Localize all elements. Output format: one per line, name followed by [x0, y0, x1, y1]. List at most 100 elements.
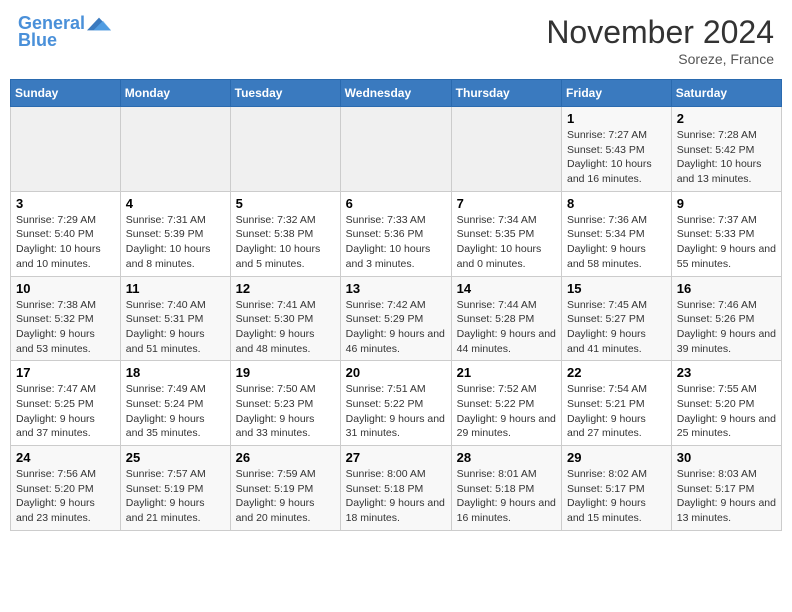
day-number: 16: [677, 281, 776, 296]
day-info: Sunrise: 7:28 AMSunset: 5:42 PMDaylight:…: [677, 128, 776, 187]
calendar-cell: 17 Sunrise: 7:47 AMSunset: 5:25 PMDayligh…: [11, 361, 121, 446]
month-title: November 2024: [546, 14, 774, 51]
day-info: Sunrise: 7:38 AMSunset: 5:32 PMDaylight:…: [16, 298, 115, 357]
day-info: Sunrise: 7:59 AMSunset: 5:19 PMDaylight:…: [236, 467, 335, 526]
day-number: 8: [567, 196, 666, 211]
day-number: 18: [126, 365, 225, 380]
calendar-cell: [451, 107, 561, 192]
day-info: Sunrise: 7:32 AMSunset: 5:38 PMDaylight:…: [236, 213, 335, 272]
calendar-week-4: 17 Sunrise: 7:47 AMSunset: 5:25 PMDayligh…: [11, 361, 782, 446]
calendar-cell: 12Sunrise: 7:41 AMSunset: 5:30 PMDayligh…: [230, 276, 340, 361]
day-number: 23: [677, 365, 776, 380]
calendar-week-3: 10 Sunrise: 7:38 AMSunset: 5:32 PMDayligh…: [11, 276, 782, 361]
day-info: Sunrise: 8:03 AMSunset: 5:17 PMDaylight:…: [677, 467, 776, 526]
calendar-cell: 11 Sunrise: 7:40 AMSunset: 5:31 PMDayligh…: [120, 276, 230, 361]
calendar-cell: [230, 107, 340, 192]
day-info: Sunrise: 7:51 AMSunset: 5:22 PMDaylight:…: [346, 382, 446, 441]
calendar-cell: 19 Sunrise: 7:50 AMSunset: 5:23 PMDayligh…: [230, 361, 340, 446]
day-info: Sunrise: 7:44 AMSunset: 5:28 PMDaylight:…: [457, 298, 556, 357]
calendar-cell: 26 Sunrise: 7:59 AMSunset: 5:19 PMDayligh…: [230, 446, 340, 531]
day-number: 3: [16, 196, 115, 211]
day-number: 9: [677, 196, 776, 211]
calendar-cell: 14 Sunrise: 7:44 AMSunset: 5:28 PMDayligh…: [451, 276, 561, 361]
day-number: 29: [567, 450, 666, 465]
calendar-cell: 25Sunrise: 7:57 AMSunset: 5:19 PMDayligh…: [120, 446, 230, 531]
calendar-cell: 16 Sunrise: 7:46 AMSunset: 5:26 PMDayligh…: [671, 276, 781, 361]
day-number: 25: [126, 450, 225, 465]
calendar-cell: 30Sunrise: 8:03 AMSunset: 5:17 PMDayligh…: [671, 446, 781, 531]
day-number: 14: [457, 281, 556, 296]
calendar-cell: 6 Sunrise: 7:33 AMSunset: 5:36 PMDaylight…: [340, 191, 451, 276]
day-number: 26: [236, 450, 335, 465]
page-header: General Blue November 2024 Soreze, Franc…: [10, 10, 782, 71]
calendar-cell: 23 Sunrise: 7:55 AMSunset: 5:20 PMDayligh…: [671, 361, 781, 446]
day-number: 2: [677, 111, 776, 126]
day-info: Sunrise: 7:37 AMSunset: 5:33 PMDaylight:…: [677, 213, 776, 272]
day-number: 17: [16, 365, 115, 380]
calendar-cell: [11, 107, 121, 192]
day-number: 1: [567, 111, 666, 126]
day-info: Sunrise: 7:50 AMSunset: 5:23 PMDaylight:…: [236, 382, 335, 441]
day-info: Sunrise: 7:52 AMSunset: 5:22 PMDaylight:…: [457, 382, 556, 441]
calendar-cell: 22Sunrise: 7:54 AMSunset: 5:21 PMDayligh…: [562, 361, 672, 446]
day-info: Sunrise: 7:33 AMSunset: 5:36 PMDaylight:…: [346, 213, 446, 272]
day-number: 20: [346, 365, 446, 380]
calendar-cell: 20 Sunrise: 7:51 AMSunset: 5:22 PMDayligh…: [340, 361, 451, 446]
day-number: 6: [346, 196, 446, 211]
calendar-cell: 15 Sunrise: 7:45 AMSunset: 5:27 PMDayligh…: [562, 276, 672, 361]
day-info: Sunrise: 7:27 AMSunset: 5:43 PMDaylight:…: [567, 128, 666, 187]
day-info: Sunrise: 7:49 AMSunset: 5:24 PMDaylight:…: [126, 382, 225, 441]
logo-icon: [87, 14, 111, 34]
calendar-cell: 7Sunrise: 7:34 AMSunset: 5:35 PMDaylight…: [451, 191, 561, 276]
day-info: Sunrise: 7:46 AMSunset: 5:26 PMDaylight:…: [677, 298, 776, 357]
day-number: 11: [126, 281, 225, 296]
calendar-week-2: 3Sunrise: 7:29 AMSunset: 5:40 PMDaylight…: [11, 191, 782, 276]
calendar-cell: 28 Sunrise: 8:01 AMSunset: 5:18 PMDayligh…: [451, 446, 561, 531]
calendar-cell: 4Sunrise: 7:31 AMSunset: 5:39 PMDaylight…: [120, 191, 230, 276]
logo: General Blue: [18, 14, 111, 51]
day-info: Sunrise: 7:42 AMSunset: 5:29 PMDaylight:…: [346, 298, 446, 357]
day-number: 10: [16, 281, 115, 296]
day-number: 15: [567, 281, 666, 296]
calendar-header: SundayMondayTuesdayWednesdayThursdayFrid…: [11, 80, 782, 107]
calendar-cell: 9 Sunrise: 7:37 AMSunset: 5:33 PMDaylight…: [671, 191, 781, 276]
calendar-cell: 1 Sunrise: 7:27 AMSunset: 5:43 PMDaylight…: [562, 107, 672, 192]
title-block: November 2024 Soreze, France: [546, 14, 774, 67]
calendar-cell: 21 Sunrise: 7:52 AMSunset: 5:22 PMDayligh…: [451, 361, 561, 446]
day-number: 5: [236, 196, 335, 211]
calendar-cell: [120, 107, 230, 192]
calendar-cell: 5 Sunrise: 7:32 AMSunset: 5:38 PMDaylight…: [230, 191, 340, 276]
day-info: Sunrise: 7:41 AMSunset: 5:30 PMDaylight:…: [236, 298, 335, 357]
calendar-cell: 2 Sunrise: 7:28 AMSunset: 5:42 PMDaylight…: [671, 107, 781, 192]
header-wednesday: Wednesday: [340, 80, 451, 107]
calendar-cell: 24 Sunrise: 7:56 AMSunset: 5:20 PMDayligh…: [11, 446, 121, 531]
day-number: 21: [457, 365, 556, 380]
location: Soreze, France: [546, 51, 774, 67]
day-number: 24: [16, 450, 115, 465]
day-info: Sunrise: 7:40 AMSunset: 5:31 PMDaylight:…: [126, 298, 225, 357]
header-friday: Friday: [562, 80, 672, 107]
day-info: Sunrise: 7:56 AMSunset: 5:20 PMDaylight:…: [16, 467, 115, 526]
calendar-cell: 13Sunrise: 7:42 AMSunset: 5:29 PMDayligh…: [340, 276, 451, 361]
day-number: 7: [457, 196, 556, 211]
day-info: Sunrise: 8:00 AMSunset: 5:18 PMDaylight:…: [346, 467, 446, 526]
calendar-cell: [340, 107, 451, 192]
header-sunday: Sunday: [11, 80, 121, 107]
header-monday: Monday: [120, 80, 230, 107]
day-info: Sunrise: 7:54 AMSunset: 5:21 PMDaylight:…: [567, 382, 666, 441]
header-saturday: Saturday: [671, 80, 781, 107]
day-info: Sunrise: 7:55 AMSunset: 5:20 PMDaylight:…: [677, 382, 776, 441]
day-info: Sunrise: 8:01 AMSunset: 5:18 PMDaylight:…: [457, 467, 556, 526]
header-thursday: Thursday: [451, 80, 561, 107]
day-info: Sunrise: 7:36 AMSunset: 5:34 PMDaylight:…: [567, 213, 666, 272]
day-info: Sunrise: 7:47 AMSunset: 5:25 PMDaylight:…: [16, 382, 115, 441]
day-info: Sunrise: 7:45 AMSunset: 5:27 PMDaylight:…: [567, 298, 666, 357]
day-number: 28: [457, 450, 556, 465]
calendar-table: SundayMondayTuesdayWednesdayThursdayFrid…: [10, 79, 782, 531]
calendar-cell: 27Sunrise: 8:00 AMSunset: 5:18 PMDayligh…: [340, 446, 451, 531]
day-number: 19: [236, 365, 335, 380]
day-number: 4: [126, 196, 225, 211]
day-info: Sunrise: 8:02 AMSunset: 5:17 PMDaylight:…: [567, 467, 666, 526]
calendar-cell: 29 Sunrise: 8:02 AMSunset: 5:17 PMDayligh…: [562, 446, 672, 531]
calendar-cell: 10 Sunrise: 7:38 AMSunset: 5:32 PMDayligh…: [11, 276, 121, 361]
